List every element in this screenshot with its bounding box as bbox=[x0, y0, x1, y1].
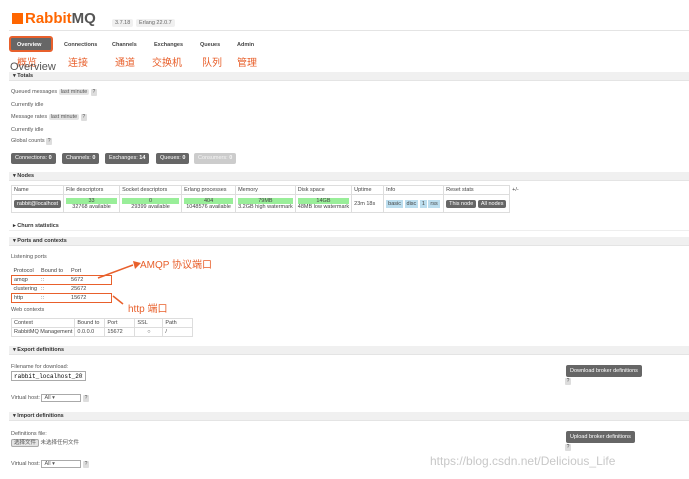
help-icon[interactable]: ? bbox=[90, 89, 97, 96]
rates-range-select[interactable]: last minute bbox=[48, 114, 80, 120]
help-icon[interactable]: ? bbox=[565, 378, 571, 385]
fd-available: 32768 available bbox=[72, 203, 111, 210]
tab-note-queues: 队列 bbox=[202, 58, 222, 69]
queued-messages-row: Queued messages last minute ? bbox=[11, 89, 97, 96]
amqp-port-note: AMQP 协议端口 bbox=[140, 260, 213, 271]
col-ctx-bound: Bound to bbox=[74, 318, 106, 328]
header-divider bbox=[9, 30, 689, 31]
export-filename-input[interactable] bbox=[11, 371, 86, 381]
col-bound: Bound to bbox=[41, 268, 64, 274]
global-counts-row: Global counts ? bbox=[11, 138, 53, 145]
no-file-chosen: 未选择任何文件 bbox=[40, 440, 80, 446]
col-context: Context bbox=[10, 318, 76, 328]
tab-note-admin: 管理 bbox=[237, 58, 257, 69]
tab-admin[interactable]: Admin bbox=[231, 39, 260, 51]
reset-this-node-button[interactable]: This node bbox=[446, 199, 477, 208]
col-uptime: Uptime bbox=[351, 185, 385, 195]
ports-section-header[interactable]: ▾ Ports and contexts bbox=[9, 237, 689, 246]
help-icon[interactable]: ? bbox=[83, 461, 90, 468]
col-reset: Reset stats bbox=[443, 185, 511, 195]
listening-ports-label: Listening ports bbox=[11, 254, 47, 260]
web-contexts-label: Web contexts bbox=[11, 307, 45, 313]
col-ctx-port: Port bbox=[104, 318, 136, 328]
ep-available: 1048576 available bbox=[186, 203, 231, 210]
tab-connections[interactable]: Connections bbox=[58, 39, 103, 51]
churn-section-header[interactable]: ▸ Churn statistics bbox=[9, 222, 689, 231]
exchanges-count-button[interactable]: Exchanges: 14 bbox=[105, 153, 150, 164]
tab-channels[interactable]: Channels bbox=[106, 39, 143, 51]
col-disk: Disk space bbox=[294, 185, 353, 195]
help-icon[interactable]: ? bbox=[83, 395, 90, 402]
tab-exchanges[interactable]: Exchanges bbox=[148, 39, 189, 51]
totals-section-header[interactable]: ▾ Totals bbox=[9, 72, 689, 81]
node-name-link[interactable]: rabbit@localhost bbox=[14, 199, 62, 208]
import-section-header[interactable]: ▾ Import definitions bbox=[9, 412, 689, 421]
import-vhost-select[interactable]: All ▾ bbox=[41, 460, 82, 468]
connections-count-button[interactable]: Connections: 0 bbox=[11, 153, 56, 164]
version-badge: 3.7.18 bbox=[112, 19, 134, 27]
uptime-value: 23m 18s bbox=[351, 194, 385, 213]
col-memory: Memory bbox=[235, 185, 296, 195]
http-arrow bbox=[112, 295, 124, 305]
export-filename-label: Filename for download: bbox=[11, 364, 69, 370]
col-protocol: Protocol bbox=[13, 268, 34, 274]
import-vhost-row: Virtual host: All ▾ ? bbox=[11, 460, 90, 468]
memory-watermark: 3.2GB high watermark bbox=[238, 203, 293, 210]
web-contexts-table: Context Bound to Port SSL Path RabbitMQ … bbox=[10, 318, 194, 337]
col-ctx-path: Path bbox=[162, 318, 194, 328]
columns-toggle[interactable]: +/- bbox=[510, 186, 522, 195]
upload-definitions-button[interactable]: Upload broker definitions bbox=[566, 431, 635, 443]
tab-queues[interactable]: Queues bbox=[194, 39, 226, 51]
channels-count-button[interactable]: Channels: 0 bbox=[62, 153, 100, 164]
export-vhost-row: Virtual host: All ▾ ? bbox=[11, 394, 90, 402]
tab-note-connections: 连接 bbox=[68, 58, 88, 69]
export-vhost-select[interactable]: All ▾ bbox=[41, 394, 82, 402]
export-section-header[interactable]: ▾ Export definitions bbox=[9, 346, 689, 355]
erlang-badge: Erlang 22.0.7 bbox=[136, 19, 175, 27]
sd-available: 29399 available bbox=[131, 203, 170, 210]
col-info: Info bbox=[383, 185, 445, 195]
help-icon[interactable]: ? bbox=[80, 114, 87, 121]
tab-overview[interactable]: Overview bbox=[9, 36, 53, 52]
message-rates-row: Message rates last minute ? bbox=[11, 114, 87, 121]
col-fd: File descriptors bbox=[63, 185, 121, 195]
consumers-count-button[interactable]: Consumers: 0 bbox=[194, 153, 237, 164]
col-ep: Erlang processes bbox=[181, 185, 237, 195]
http-port-note: http 端口 bbox=[128, 304, 168, 315]
info-disc: disc bbox=[404, 199, 419, 208]
import-file-label: Definitions file: bbox=[11, 431, 47, 437]
help-icon[interactable]: ? bbox=[565, 444, 571, 451]
download-definitions-button[interactable]: Download broker definitions bbox=[566, 365, 642, 377]
watermark: https://blog.csdn.net/Delicious_Life bbox=[430, 454, 616, 468]
col-ctx-ssl: SSL bbox=[134, 318, 164, 328]
col-name: Name bbox=[10, 185, 65, 195]
logo: RabbitMQ bbox=[12, 10, 96, 27]
help-icon[interactable]: ? bbox=[46, 138, 53, 145]
rabbit-logo-icon bbox=[12, 13, 23, 24]
rates-status: Currently idle bbox=[11, 127, 44, 133]
import-file-row: 选择文件 未选择任何文件 bbox=[11, 438, 80, 447]
info-count: 1 bbox=[419, 199, 427, 208]
info-rss: rss bbox=[428, 199, 440, 208]
nodes-section-header[interactable]: ▾ Nodes bbox=[9, 172, 689, 181]
queued-range-select[interactable]: last minute bbox=[58, 89, 90, 95]
nodes-table: Name File descriptors Socket descriptors… bbox=[10, 185, 522, 213]
choose-file-button[interactable]: 选择文件 bbox=[11, 439, 40, 447]
amqp-arrow bbox=[97, 264, 134, 279]
disk-watermark: 48MB low watermark bbox=[297, 203, 350, 210]
reset-all-nodes-button[interactable]: All nodes bbox=[477, 199, 507, 208]
col-sd: Socket descriptors bbox=[119, 185, 183, 195]
tab-note-channels: 通道 bbox=[115, 58, 135, 69]
context-row: RabbitMQ Management 0.0.0.0 15672 ○ / bbox=[10, 327, 194, 337]
queues-count-button[interactable]: Queues: 0 bbox=[156, 153, 190, 164]
queued-status: Currently idle bbox=[11, 102, 44, 108]
tab-note-exchanges: 交换机 bbox=[152, 58, 182, 69]
info-basic: basic bbox=[386, 199, 403, 208]
